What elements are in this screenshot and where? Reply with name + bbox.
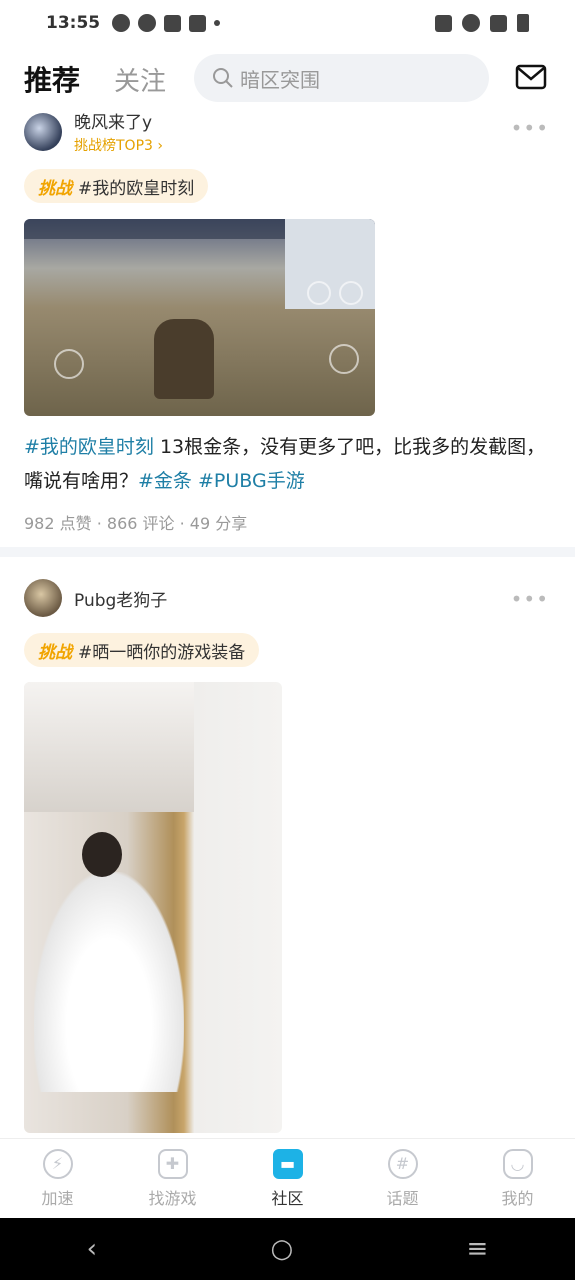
post-card[interactable]: Pubg老狗子 ••• 挑战 #晒一晒你的游戏装备 <box>0 579 575 1133</box>
header: 推荐 关注 暗区突围 <box>0 50 575 108</box>
notification-app-icon <box>112 14 131 32</box>
rank-badge[interactable]: 挑战榜TOP3 › <box>74 135 163 155</box>
signal-icon <box>490 14 507 32</box>
challenge-topic: #晒一晒你的游戏装备 <box>78 642 246 663</box>
nav-label: 话题 <box>386 1188 419 1208</box>
nav-accelerate[interactable]: ⚡ 加速 <box>0 1139 115 1218</box>
author-name[interactable]: 晚风来了y <box>74 108 163 133</box>
search-icon <box>213 68 233 88</box>
image-detail <box>82 832 122 877</box>
image-detail <box>307 281 331 305</box>
challenge-topic: #我的欧皇时刻 <box>78 178 195 199</box>
hashtag-icon: # <box>387 1148 418 1179</box>
post-text[interactable]: #我的欧皇时刻 13根金条，没有更多了吧，比我多的发截图，嘴说有啥用？#金条 #… <box>24 430 551 498</box>
more-notifications-icon <box>214 20 221 26</box>
hashtag-link[interactable]: #金条 <box>138 470 192 492</box>
nav-profile[interactable]: ◡ 我的 <box>460 1139 575 1218</box>
search-placeholder: 暗区突围 <box>240 67 320 92</box>
nav-community[interactable]: ▬ 社区 <box>230 1139 345 1218</box>
battery-icon <box>517 14 529 32</box>
tab-follow[interactable]: 关注 <box>114 61 166 98</box>
challenge-label: 挑战 <box>38 642 72 663</box>
challenge-tag[interactable]: 挑战 #我的欧皇时刻 <box>24 169 209 203</box>
community-icon: ▬ <box>272 1148 303 1179</box>
system-navigation: ‹ ○ ≡ <box>0 1218 575 1280</box>
nav-label: 社区 <box>271 1188 304 1208</box>
post-stats: 982 点赞 · 866 评论 · 49 分享 <box>24 514 248 533</box>
search-input[interactable]: 暗区突围 <box>194 54 489 102</box>
bottom-nav: ⚡ 加速 ✚ 找游戏 ▬ 社区 # 话题 ◡ 我的 <box>0 1138 575 1218</box>
mail-notification-icon <box>189 14 207 32</box>
mail-icon[interactable] <box>515 64 547 90</box>
challenge-label: 挑战 <box>38 178 72 199</box>
more-options-icon[interactable]: ••• <box>511 587 549 611</box>
home-icon[interactable]: ○ <box>270 1234 293 1264</box>
tab-recommend[interactable]: 推荐 <box>24 59 80 99</box>
image-detail <box>329 344 359 374</box>
author-row: Pubg老狗子 ••• <box>0 579 575 617</box>
author-name[interactable]: Pubg老狗子 <box>74 586 167 611</box>
nav-label: 找游戏 <box>148 1188 197 1208</box>
gamepad-icon: ✚ <box>157 1148 188 1179</box>
hashtag-link[interactable]: #我的欧皇时刻 <box>24 436 154 458</box>
mail-notification-icon <box>164 14 182 32</box>
back-icon[interactable]: ‹ <box>87 1234 97 1264</box>
profile-icon: ◡ <box>502 1148 533 1179</box>
status-time: 13:55 <box>46 13 101 33</box>
divider <box>0 547 575 557</box>
hashtag-link[interactable]: #PUBG手游 <box>198 470 305 492</box>
vibrate-icon <box>435 14 452 32</box>
post-image[interactable] <box>24 219 375 416</box>
image-detail <box>34 872 184 1092</box>
system-icons <box>435 14 529 32</box>
author-row: 晚风来了y 挑战榜TOP3 › ••• <box>0 108 575 155</box>
avatar[interactable] <box>24 579 62 617</box>
status-bar: 13:55 <box>0 0 575 46</box>
wifi-icon <box>462 14 480 32</box>
nav-label: 加速 <box>41 1188 74 1208</box>
lightning-icon: ⚡ <box>42 1148 73 1179</box>
image-detail <box>154 319 214 399</box>
challenge-tag[interactable]: 挑战 #晒一晒你的游戏装备 <box>24 633 260 667</box>
avatar[interactable] <box>24 112 62 151</box>
post-card[interactable]: 晚风来了y 挑战榜TOP3 › ••• 挑战 #我的欧皇时刻 #我的欧皇时刻 1… <box>0 108 575 534</box>
nav-label: 我的 <box>501 1188 534 1208</box>
info-icon <box>138 14 157 32</box>
image-detail <box>339 281 363 305</box>
post-image[interactable] <box>24 682 282 1133</box>
image-detail <box>24 682 194 812</box>
nav-find-games[interactable]: ✚ 找游戏 <box>115 1139 230 1218</box>
image-detail <box>54 349 84 379</box>
more-options-icon[interactable]: ••• <box>511 116 549 140</box>
notification-icons <box>112 14 221 32</box>
recents-icon[interactable]: ≡ <box>466 1234 488 1264</box>
nav-topics[interactable]: # 话题 <box>345 1139 460 1218</box>
